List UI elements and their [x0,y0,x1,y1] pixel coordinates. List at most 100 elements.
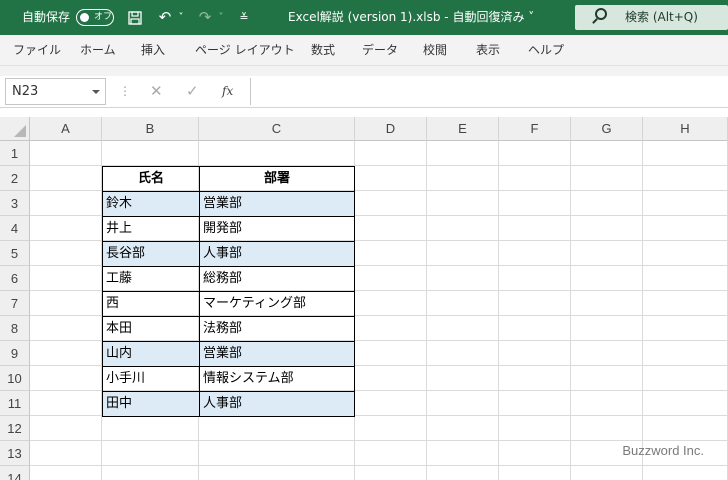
undo-dropdown-icon[interactable]: ˅ [176,0,186,35]
cell[interactable] [30,316,102,341]
row-header-1[interactable]: 1 [0,141,30,166]
table-cell-name[interactable]: 井上 [102,216,199,241]
column-header-e[interactable]: E [427,117,499,141]
cell[interactable] [30,216,102,241]
row-header-5[interactable]: 5 [0,241,30,266]
customize-toolbar-icon[interactable]: ≚ [236,0,252,35]
chevron-down-icon[interactable] [92,90,100,94]
column-header-g[interactable]: G [571,117,643,141]
table-cell-department[interactable]: 人事部 [199,391,355,417]
cell[interactable] [355,191,427,216]
document-title[interactable]: Excel解説 (version 1).xlsb - 自動回復済み ˅ [288,0,534,35]
cell[interactable] [427,216,499,241]
cell[interactable] [355,266,427,291]
cell[interactable] [643,166,728,191]
cell[interactable] [571,266,643,291]
table-cell-department[interactable]: 法務部 [199,316,355,341]
cell[interactable] [643,141,728,166]
row-header-10[interactable]: 10 [0,366,30,391]
table-cell-department[interactable]: 開発部 [199,216,355,241]
cell[interactable] [355,366,427,391]
table-cell-name[interactable]: 小手川 [102,366,199,391]
table-header-department[interactable]: 部署 [199,166,355,191]
cell[interactable] [355,241,427,266]
cell[interactable] [427,466,499,480]
insert-function-button[interactable]: fx [222,76,233,107]
more-options-icon[interactable]: ⋮ [119,76,131,107]
row-header-9[interactable]: 9 [0,341,30,366]
cell[interactable] [102,416,199,441]
cell[interactable] [571,366,643,391]
cell[interactable] [102,466,199,480]
row-header-14[interactable]: 14 [0,466,30,480]
cell[interactable] [30,141,102,166]
cell[interactable] [427,166,499,191]
cell[interactable] [571,466,643,480]
cell[interactable] [499,391,571,416]
cell[interactable] [499,466,571,480]
table-cell-name[interactable]: 山内 [102,341,199,366]
cell[interactable] [427,441,499,466]
cell[interactable] [643,241,728,266]
cell[interactable] [427,316,499,341]
cell[interactable] [571,341,643,366]
cell[interactable] [30,241,102,266]
column-header-b[interactable]: B [102,117,199,141]
cell[interactable] [355,466,427,480]
table-cell-department[interactable]: 営業部 [199,191,355,216]
tab-file[interactable]: ファイル [13,35,61,66]
cell[interactable] [643,316,728,341]
row-header-12[interactable]: 12 [0,416,30,441]
table-cell-name[interactable]: 本田 [102,316,199,341]
cell[interactable] [643,291,728,316]
cell[interactable] [499,241,571,266]
cell[interactable] [499,291,571,316]
cell[interactable] [30,441,102,466]
undo-icon[interactable]: ↶ [154,0,176,35]
formula-input[interactable] [250,78,728,105]
cell[interactable] [30,366,102,391]
table-cell-name[interactable]: 工藤 [102,266,199,291]
name-box[interactable]: N23 [5,78,106,105]
tab-insert[interactable]: 挿入 [141,35,165,66]
row-header-8[interactable]: 8 [0,316,30,341]
cell[interactable] [30,291,102,316]
table-cell-name[interactable]: 鈴木 [102,191,199,216]
cell[interactable] [571,241,643,266]
cell[interactable] [427,141,499,166]
cell[interactable] [30,191,102,216]
cell[interactable] [355,416,427,441]
cell[interactable] [571,291,643,316]
tab-formulas[interactable]: 数式 [311,35,335,66]
table-cell-department[interactable]: 営業部 [199,341,355,366]
redo-dropdown-icon[interactable]: ˅ [216,0,226,35]
cell[interactable] [643,391,728,416]
tab-help[interactable]: ヘルプ [528,35,564,66]
cell[interactable] [30,391,102,416]
row-header-4[interactable]: 4 [0,216,30,241]
cell[interactable] [102,141,199,166]
table-cell-department[interactable]: マーケティング部 [199,291,355,316]
confirm-icon[interactable]: ✓ [186,76,199,107]
cell[interactable] [355,441,427,466]
tab-data[interactable]: データ [362,35,398,66]
cell[interactable] [199,416,355,441]
column-header-d[interactable]: D [355,117,427,141]
cell[interactable] [355,291,427,316]
redo-icon[interactable]: ↷ [194,0,216,35]
cell[interactable] [499,416,571,441]
row-header-3[interactable]: 3 [0,191,30,216]
table-cell-name[interactable]: 長谷部 [102,241,199,266]
row-header-7[interactable]: 7 [0,291,30,316]
tab-view[interactable]: 表示 [476,35,500,66]
cell[interactable] [199,466,355,480]
cell[interactable] [30,466,102,480]
cell[interactable] [499,341,571,366]
cancel-icon[interactable]: ✕ [150,76,163,107]
cell[interactable] [643,466,728,480]
cell[interactable] [427,391,499,416]
table-header-name[interactable]: 氏名 [102,166,199,191]
tab-page-layout[interactable]: ページ レイアウト [195,35,295,66]
cell[interactable] [499,366,571,391]
cell[interactable] [427,191,499,216]
